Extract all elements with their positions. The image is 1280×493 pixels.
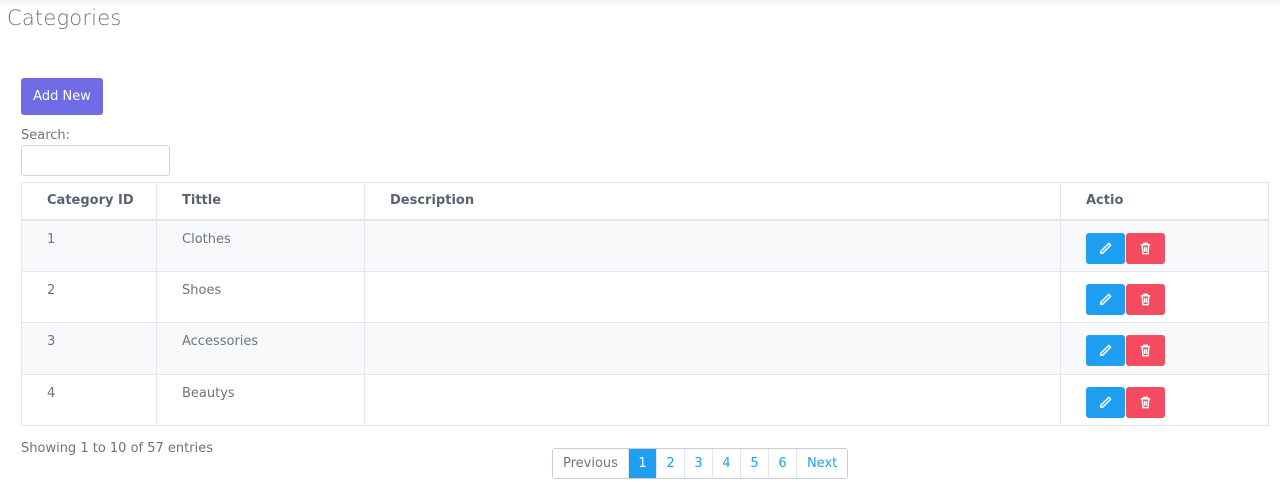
pencil-icon — [1100, 396, 1112, 408]
table-header-row: Category ID Tittle Description Actio — [21, 182, 1269, 221]
categories-table: Category ID Tittle Description Actio 1 C… — [21, 182, 1269, 426]
cell-description — [364, 270, 1061, 323]
pagination-previous[interactable]: Previous — [553, 449, 628, 478]
trash-icon — [1140, 396, 1151, 408]
search-label: Search: — [21, 128, 71, 143]
page-title: Categories — [7, 6, 122, 30]
table-row: 1 Clothes — [21, 219, 1269, 272]
top-bar — [0, 0, 1280, 8]
pagination-page-4[interactable]: 4 — [711, 449, 740, 478]
delete-button[interactable] — [1126, 283, 1165, 315]
cell-description — [364, 322, 1061, 375]
delete-button[interactable] — [1126, 232, 1165, 264]
delete-button[interactable] — [1126, 335, 1165, 366]
cell-title: Clothes — [156, 219, 365, 272]
column-header-description[interactable]: Description — [364, 182, 1061, 221]
pagination-page-5[interactable]: 5 — [739, 449, 768, 478]
cell-actions — [1060, 270, 1269, 323]
pencil-icon — [1100, 242, 1112, 254]
add-new-button[interactable]: Add New — [21, 78, 103, 115]
cell-actions — [1060, 219, 1269, 272]
pagination-page-3[interactable]: 3 — [683, 449, 712, 478]
table-row: 2 Shoes — [21, 270, 1269, 323]
edit-button[interactable] — [1086, 335, 1125, 366]
column-header-category-id[interactable]: Category ID — [21, 182, 157, 221]
cell-category-id: 4 — [21, 373, 157, 426]
pagination: Previous 1 2 3 4 5 6 Next — [552, 448, 849, 479]
trash-icon — [1140, 293, 1151, 305]
edit-button[interactable] — [1086, 386, 1125, 418]
column-header-action[interactable]: Actio — [1060, 182, 1269, 221]
edit-button[interactable] — [1086, 232, 1125, 264]
cell-category-id: 1 — [21, 219, 157, 272]
column-header-title[interactable]: Tittle — [156, 182, 365, 221]
cell-description — [364, 373, 1061, 426]
cell-title: Accessories — [156, 322, 365, 375]
cell-title: Shoes — [156, 270, 365, 323]
cell-actions — [1060, 373, 1269, 426]
pagination-page-1[interactable]: 1 — [627, 449, 656, 478]
trash-icon — [1140, 242, 1151, 254]
table-row: 4 Beautys — [21, 373, 1269, 426]
edit-button[interactable] — [1086, 283, 1125, 315]
cell-title: Beautys — [156, 373, 365, 426]
cell-description — [364, 219, 1061, 272]
delete-button[interactable] — [1126, 386, 1165, 418]
pagination-page-6[interactable]: 6 — [767, 449, 796, 478]
pagination-next[interactable]: Next — [795, 449, 848, 478]
entries-info: Showing 1 to 10 of 57 entries — [21, 441, 213, 456]
search-input[interactable] — [21, 145, 170, 176]
cell-category-id: 2 — [21, 270, 157, 323]
cell-actions — [1060, 322, 1269, 375]
pencil-icon — [1100, 344, 1112, 356]
cell-category-id: 3 — [21, 322, 157, 375]
table-row: 3 Accessories — [21, 322, 1269, 375]
pagination-page-2[interactable]: 2 — [655, 449, 684, 478]
trash-icon — [1140, 344, 1151, 357]
pencil-icon — [1100, 293, 1112, 305]
